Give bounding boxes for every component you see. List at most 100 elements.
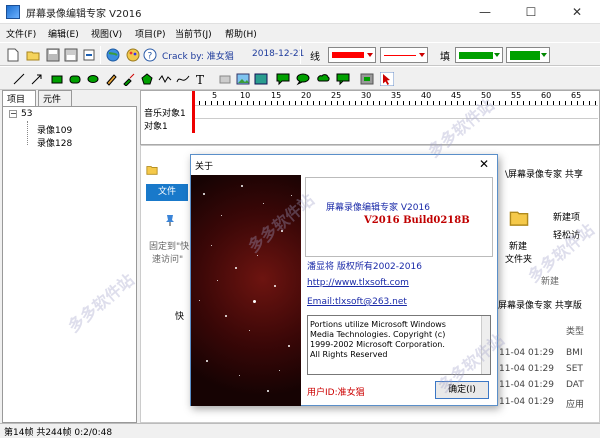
tab-project[interactable]: 项目 [2,90,36,106]
toolbar-separator [300,46,301,64]
file-row-time[interactable]: 11-04 01:29 [499,380,554,390]
close-button[interactable]: ✕ [554,0,600,24]
tree-connector [27,121,28,145]
pin-label-2[interactable]: 速访问" [152,252,183,265]
file-row-type[interactable]: DAT [566,380,584,390]
crack-label: Crack by: 准女猖 [162,52,234,62]
track-label-music[interactable]: 音乐对象1 [144,106,186,119]
line-tool-icon[interactable] [12,72,26,86]
dialog-title: 关于 [195,162,214,172]
pin-label-1[interactable]: 固定到"快 [149,239,189,252]
open-folder-icon[interactable] [26,48,40,62]
svg-text:?: ? [148,52,153,62]
line-style-swatch [384,55,416,56]
menu-help[interactable]: 帮助(H) [225,27,257,40]
folder-icon [146,166,158,175]
credits-line: Portions utilize Microsoft Windows [310,320,446,329]
ruler-tick-label: 55 [511,91,522,100]
file-row-time[interactable]: 11-04 01:29 [499,364,554,374]
file-row-type[interactable]: 应用 [566,397,584,410]
help-icon[interactable]: ? [143,48,157,62]
email-link[interactable]: Email:tlxsoft@263.net [307,297,407,307]
polygon-tool-icon[interactable] [140,72,154,86]
fill-label: 填 [440,52,450,63]
save-as-icon[interactable] [64,48,78,62]
credits-line: 1999-2002 Microsoft Corporation. [310,340,445,349]
menu-current-section[interactable]: 当前节(J) [175,27,212,40]
fill-color-swatch [510,51,540,60]
maximize-button[interactable]: ☐ [508,0,554,24]
brush-tool-icon[interactable] [122,72,136,86]
tree-item[interactable]: 录像109 [37,123,72,136]
callout-round-icon[interactable] [296,72,310,86]
mosaic-tool-icon[interactable] [360,72,374,86]
new-item-label[interactable]: 新建项 [553,210,580,223]
rounded-rect-tool-icon[interactable] [68,72,82,86]
image-tool-icon[interactable] [236,72,250,86]
app-icon [6,5,20,19]
status-text: 第14帧 共244帧 0:2/0:48 [4,428,113,438]
eraser-tool-icon[interactable] [218,72,232,86]
dialog-close-button[interactable]: ✕ [479,157,489,171]
pin-icon [166,215,174,226]
file-row-time[interactable]: 11-04 01:29 [499,348,554,358]
tab-components[interactable]: 元件 [38,90,72,106]
copyright-text: 潘显将 版权所有2002-2016 [307,262,422,272]
export-icon[interactable] [82,48,96,62]
menu-project[interactable]: 项目(P) [135,27,165,40]
ellipse-tool-icon[interactable] [86,72,100,86]
file-row-type[interactable]: SET [566,364,583,374]
line-color-dropdown[interactable] [328,47,376,63]
arrow-tool-icon[interactable] [30,72,44,86]
fill-style-dropdown[interactable] [455,47,503,63]
svg-text:T: T [196,73,204,86]
build-version: V2016 Build0218B [364,215,470,226]
callout-rect-icon[interactable] [336,72,350,86]
new-folder-label-1[interactable]: 新建 [509,239,527,252]
type-column-header[interactable]: 类型 [566,324,584,337]
website-link[interactable]: http://www.tlxsoft.com [307,278,409,288]
user-id-label: 用户ID:准女猖 [307,388,365,398]
ruler-tick-label: 30 [361,91,372,100]
ribbon-tab-file[interactable]: 文件 [146,184,188,201]
line-color-swatch [332,52,364,58]
menu-edit[interactable]: 编辑(E) [48,27,79,40]
line-style-dropdown[interactable] [380,47,428,63]
timeline: 5 10 15 20 25 30 35 40 45 50 55 60 65 音乐… [140,90,600,145]
callout-cloud-icon[interactable] [316,72,330,86]
dialog-title-bar: 关于 ✕ [191,155,497,175]
new-file-icon[interactable] [6,48,20,62]
pen-tool-icon[interactable] [104,72,118,86]
menu-file[interactable]: 文件(F) [6,27,36,40]
track-label-object[interactable]: 对象1 [144,119,168,132]
callout-tool-icon[interactable] [276,72,290,86]
ruler-tick-label: 10 [240,91,251,100]
collapse-icon[interactable]: − [9,110,17,118]
tree-root[interactable]: 53 [21,109,32,119]
palette-icon[interactable] [126,48,140,62]
quick-access-label[interactable]: 快 [175,309,184,322]
rect-tool-icon[interactable] [50,72,64,86]
frame-tool-icon[interactable] [254,72,268,86]
ruler-tick-label: 60 [541,91,552,100]
playhead[interactable] [192,91,195,133]
toolbar-separator [100,46,101,64]
file-row-type[interactable]: BMI [566,348,583,358]
globe-icon[interactable] [106,48,120,62]
polyline-tool-icon[interactable] [158,72,172,86]
tree-item[interactable]: 录像128 [37,136,72,149]
minimize-button[interactable]: — [462,0,508,24]
file-row-time[interactable]: 11-04 01:29 [499,397,554,407]
date-label: 2018-12-21 [252,49,305,59]
menu-view[interactable]: 视图(V) [91,27,122,40]
line-label: 线 [310,52,320,63]
chevron-down-icon [541,53,547,57]
text-tool-icon[interactable]: T [194,72,208,86]
select-tool-icon[interactable] [380,72,394,86]
save-icon[interactable] [46,48,60,62]
toolbar-main: ? Crack by: 准女猖 2018-12-21 线 填 [0,42,600,66]
ruler-tick-label: 45 [451,91,462,100]
fill-color-dropdown[interactable] [506,47,550,63]
chevron-down-icon [419,53,425,57]
curve-tool-icon[interactable] [176,72,190,86]
